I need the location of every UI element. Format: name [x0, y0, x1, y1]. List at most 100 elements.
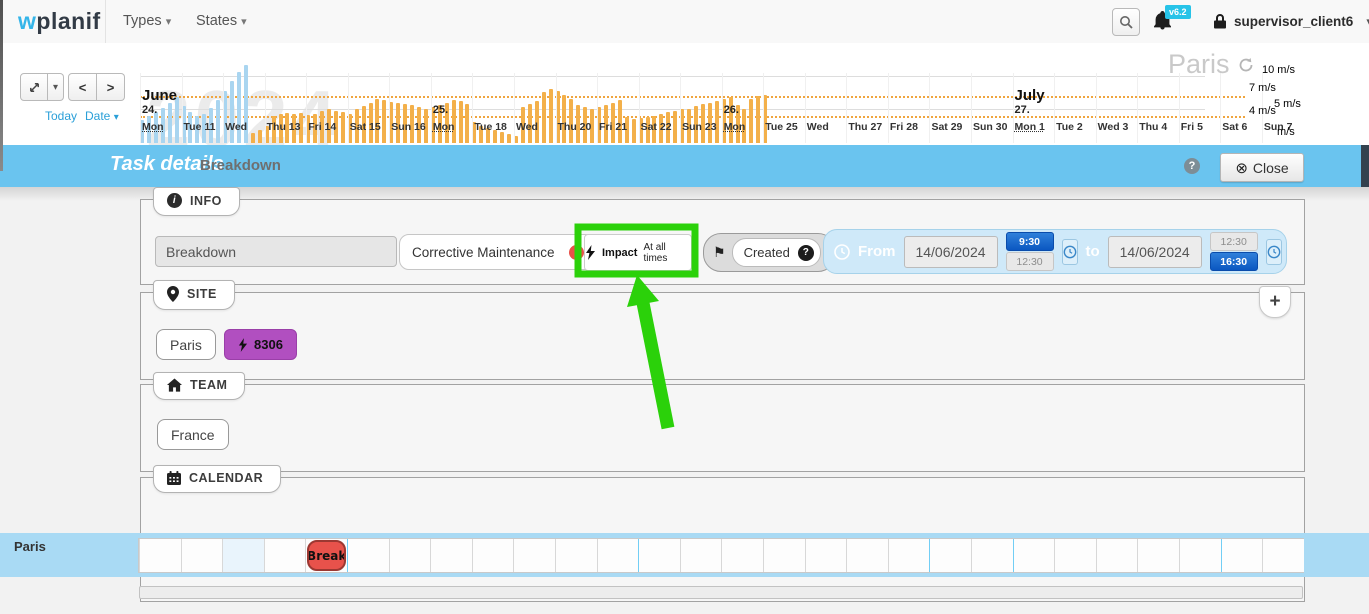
task-type-field[interactable]: Corrective Maintenance — [399, 234, 595, 270]
task-event-pill[interactable]: Break — [307, 540, 346, 571]
calendar-day-cell[interactable] — [555, 539, 597, 572]
expand-button[interactable] — [20, 73, 48, 101]
to-time-start[interactable]: 12:30 — [1210, 232, 1258, 251]
impact-button[interactable]: Impact At all times — [584, 234, 692, 271]
menu-states-label: States — [196, 13, 237, 29]
menu-states[interactable]: States▾ — [196, 0, 247, 43]
day-label: Thu 27 — [846, 121, 882, 133]
calendar-tab-label: CALENDAR — [189, 471, 263, 485]
from-time-picker-button[interactable] — [1062, 239, 1078, 265]
state-button[interactable]: Created ? — [732, 238, 821, 267]
chevron-down-icon: ▾ — [53, 82, 58, 93]
today-link[interactable]: Today — [45, 109, 77, 123]
calendar-day-cell[interactable] — [513, 539, 555, 572]
menu-types[interactable]: Types▾ — [123, 0, 171, 43]
to-time-picker-button[interactable] — [1266, 239, 1282, 265]
day-label: Sat 6 — [1220, 121, 1247, 133]
next-button[interactable]: > — [97, 73, 125, 101]
day-label: Thu 4 — [1137, 121, 1167, 133]
left-edge-strip — [0, 0, 3, 171]
calendar-day-cell[interactable] — [1179, 539, 1221, 572]
calendar-day-cell[interactable] — [347, 539, 389, 572]
calendar-day-cell[interactable]: Break — [305, 539, 347, 572]
day-label: Mon — [431, 121, 455, 133]
calendar-day-cell[interactable] — [1054, 539, 1096, 572]
date-link[interactable]: Date ▾ — [85, 109, 119, 123]
add-site-button[interactable]: + — [1259, 286, 1291, 318]
day-label: Wed — [514, 121, 538, 133]
calendar-day-cell[interactable] — [638, 539, 680, 572]
team-tab-label: TEAM — [190, 378, 227, 392]
state-help-icon[interactable]: ? — [798, 245, 814, 261]
from-date-input[interactable] — [904, 236, 998, 268]
flag-icon: ⚑ — [713, 244, 726, 261]
team-chip-france[interactable]: France — [157, 419, 229, 450]
to-date-input[interactable] — [1108, 236, 1202, 268]
day-label: Sat 22 — [639, 121, 672, 133]
calendar-day-cell[interactable] — [971, 539, 1013, 572]
info-tab: i INFO — [153, 187, 240, 216]
day-label: Tue 11 — [182, 121, 216, 133]
username: supervisor_client6 — [1234, 14, 1353, 29]
version-badge: v6.2 — [1165, 5, 1191, 19]
day-label: Fri 5 — [1179, 121, 1203, 133]
task-name-input[interactable] — [155, 236, 397, 267]
chevron-down-icon: ▾ — [166, 16, 172, 28]
calendar-day-cell[interactable] — [1262, 539, 1304, 572]
calendar-day-cell[interactable] — [430, 539, 472, 572]
calendar-day-cell[interactable] — [846, 539, 888, 572]
from-time-end[interactable]: 12:30 — [1006, 252, 1054, 271]
expand-options-button[interactable]: ▾ — [48, 73, 64, 101]
bolt-icon — [238, 338, 248, 352]
calendar-day-cell[interactable] — [181, 539, 223, 572]
calendar-day-cell[interactable] — [139, 539, 181, 572]
calendar-day-cell[interactable] — [721, 539, 763, 572]
calendar-day-cell[interactable] — [805, 539, 847, 572]
station-name: Paris — [1168, 49, 1254, 80]
site-section: SITE Paris 8306 + — [140, 292, 1305, 380]
zoom-button-group: ▾ — [20, 73, 64, 101]
header-edge-block — [1361, 145, 1369, 187]
site-chip-paris[interactable]: Paris — [156, 329, 216, 360]
axis-label-5ms: 5 m/s — [1274, 98, 1301, 110]
help-icon[interactable]: ? — [1184, 158, 1200, 174]
to-label: to — [1086, 243, 1100, 260]
calendar-day-cell[interactable] — [1096, 539, 1138, 572]
top-navbar: wplanif Types▾ States▾ v6.2 supervisor_c… — [0, 0, 1369, 44]
info-section: i INFO Corrective Maintenance Impact At … — [140, 199, 1305, 285]
calendar-day-cell[interactable] — [222, 539, 264, 572]
calendar-day-cell[interactable] — [389, 539, 431, 572]
calendar-day-cell[interactable] — [680, 539, 722, 572]
search-button[interactable] — [1112, 8, 1140, 36]
station-label: Paris — [1168, 49, 1230, 80]
user-menu[interactable]: supervisor_client6 ▾ — [1213, 0, 1369, 43]
timeline-section: 2024 June24.MonTue 11WedThu 13Fri 14Sat … — [0, 43, 1369, 145]
refresh-icon[interactable] — [1238, 57, 1254, 73]
site-chip-8306-label: 8306 — [254, 337, 283, 352]
calendar-day-cell[interactable] — [1221, 539, 1263, 572]
calendar-day-cell[interactable] — [264, 539, 306, 572]
day-label: Sat 15 — [348, 121, 381, 133]
calendar-day-cell[interactable] — [763, 539, 805, 572]
close-button[interactable]: ⊗ Close — [1220, 153, 1304, 182]
previous-button[interactable]: < — [68, 73, 97, 101]
site-chip-8306[interactable]: 8306 — [224, 329, 297, 360]
calendar-day-cell[interactable] — [472, 539, 514, 572]
day-label: Wed — [805, 121, 829, 133]
to-time-end[interactable]: 16:30 — [1210, 252, 1258, 271]
lock-icon — [1213, 13, 1227, 30]
calendar-day-cell[interactable] — [597, 539, 639, 572]
axis-label-4ms: 4 m/s — [1249, 105, 1276, 117]
from-time-start[interactable]: 9:30 — [1006, 232, 1054, 251]
horizontal-scrollbar[interactable] — [139, 586, 1303, 599]
from-label: From — [858, 243, 896, 260]
from-time-stack: 9:30 12:30 — [1006, 232, 1054, 271]
day-label: Thu 13 — [265, 121, 301, 133]
navbar-divider — [105, 0, 106, 43]
calendar-day-cell[interactable] — [888, 539, 930, 572]
month-label: June — [140, 87, 177, 104]
chevron-down-icon: ▾ — [114, 112, 119, 123]
calendar-day-cell[interactable] — [1013, 539, 1055, 572]
calendar-day-cell[interactable] — [1137, 539, 1179, 572]
calendar-day-cell[interactable] — [929, 539, 971, 572]
